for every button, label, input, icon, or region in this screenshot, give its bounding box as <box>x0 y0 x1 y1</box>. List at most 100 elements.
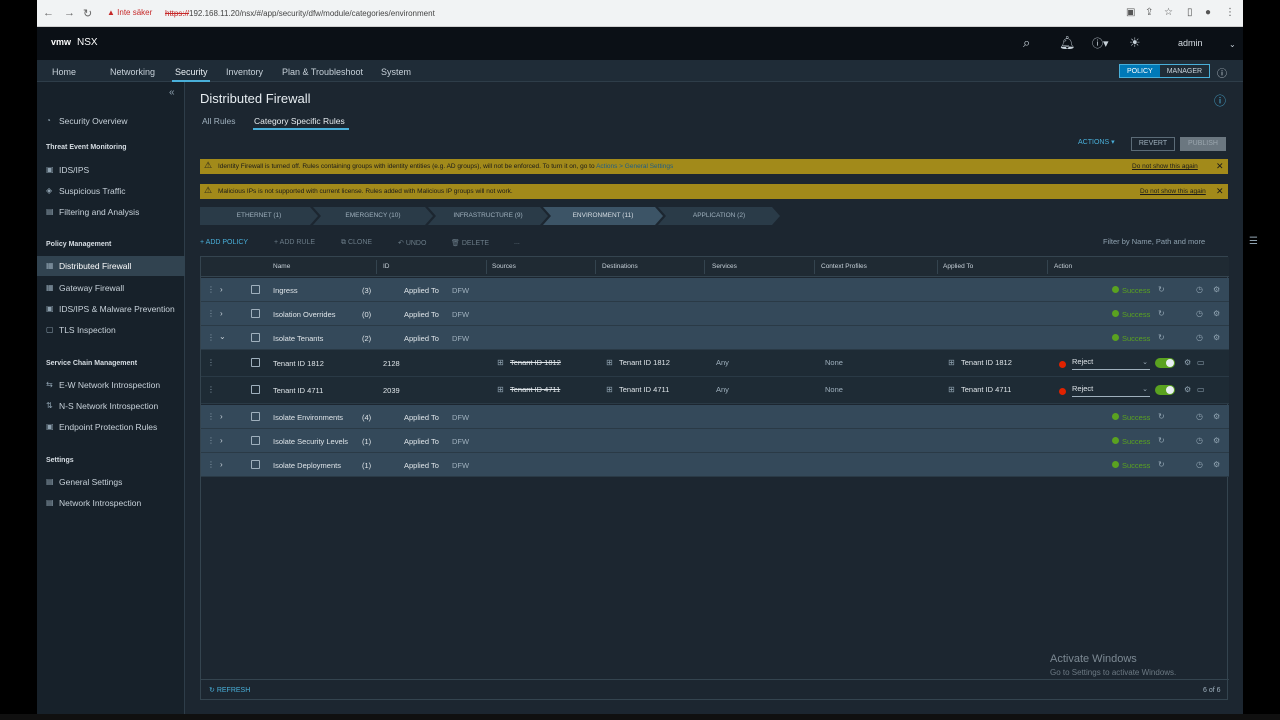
row-checkbox[interactable] <box>251 412 260 421</box>
sidebar-item-endpoint-protection[interactable]: ▣ Endpoint Protection Rules <box>37 417 185 437</box>
more-options-button[interactable]: ... <box>514 239 520 246</box>
refresh-status-icon[interactable]: ↻ <box>1158 436 1165 445</box>
sidebar-item-gateway-firewall[interactable]: ▦ Gateway Firewall <box>37 278 185 298</box>
nav-plan-troubleshoot[interactable]: Plan & Troubleshoot <box>282 67 363 77</box>
gear-icon[interactable]: ⚙ <box>1213 460 1220 469</box>
add-rule-button[interactable]: + ADD RULE <box>274 239 315 246</box>
user-menu[interactable]: admin <box>1178 38 1203 48</box>
refresh-status-icon[interactable]: ↻ <box>1158 460 1165 469</box>
filter-icon[interactable]: ☰ <box>1249 236 1258 247</box>
rule-source[interactable]: Tenant ID 1812 <box>510 358 561 367</box>
drag-handle-icon[interactable]: ⋮ <box>207 358 215 367</box>
translate-icon[interactable]: ▣ <box>1126 7 1135 18</box>
gear-icon[interactable]: ⚙ <box>1213 412 1220 421</box>
applied-to-value[interactable]: DFW <box>452 286 469 295</box>
chevron-right-icon[interactable]: › <box>220 460 223 469</box>
policy-row-ingress[interactable]: ⋮ › Ingress (3) Applied To DFW Success ↻… <box>201 278 1229 302</box>
policy-row-isolation-overrides[interactable]: ⋮ › Isolation Overrides (0) Applied To D… <box>201 302 1229 326</box>
category-environment[interactable]: ENVIRONMENT (11) <box>543 207 663 225</box>
nav-networking[interactable]: Networking <box>110 67 155 77</box>
rule-service[interactable]: Any <box>716 385 729 394</box>
history-icon[interactable]: ◷ <box>1196 309 1203 318</box>
revert-button[interactable]: REVERT <box>1131 137 1175 151</box>
close-icon[interactable]: ✕ <box>1216 161 1224 172</box>
nav-home[interactable]: Home <box>52 67 76 77</box>
actions-menu-button[interactable]: ACTIONS ▾ <box>1078 138 1115 146</box>
rule-row-tenant-4711[interactable]: ⋮ Tenant ID 4711 2039 ⊞ Tenant ID 4711 ⊞… <box>201 377 1229 404</box>
drag-handle-icon[interactable]: ⋮ <box>207 309 215 318</box>
rule-profile[interactable]: None <box>825 358 843 367</box>
history-icon[interactable]: ◷ <box>1196 285 1203 294</box>
category-infrastructure[interactable]: INFRASTRUCTURE (9) <box>428 207 548 225</box>
share-icon[interactable]: ⇪ <box>1145 7 1153 18</box>
rule-destination[interactable]: Tenant ID 4711 <box>619 385 669 394</box>
rule-row-tenant-1812[interactable]: ⋮ Tenant ID 1812 2128 ⊞ Tenant ID 1812 ⊞… <box>201 350 1229 377</box>
row-checkbox[interactable] <box>251 385 260 394</box>
rule-applied-to[interactable]: Tenant ID 1812 <box>961 358 1012 367</box>
help-menu-icon[interactable]: ⓘ▾ <box>1092 35 1109 51</box>
sidebar-item-ew-introspection[interactable]: ⇆ E-W Network Introspection <box>37 375 185 395</box>
history-icon[interactable]: ◷ <box>1196 436 1203 445</box>
sidebar-item-ids-ips[interactable]: ▣ IDS/IPS <box>37 160 185 180</box>
gear-icon[interactable]: ⚙ <box>1184 358 1191 367</box>
publish-button[interactable]: PUBLISH <box>1180 137 1226 151</box>
sidebar-item-distributed-firewall[interactable]: ▦ Distributed Firewall <box>37 256 185 276</box>
applied-to-value[interactable]: DFW <box>452 413 469 422</box>
category-emergency[interactable]: EMERGENCY (10) <box>313 207 433 225</box>
sidebar-item-general-settings[interactable]: ▤ General Settings <box>37 472 185 492</box>
gear-icon[interactable]: ⚙ <box>1213 285 1220 294</box>
gear-icon[interactable]: ⚙ <box>1213 333 1220 342</box>
policy-row-isolate-security-levels[interactable]: ⋮ › Isolate Security Levels (1) Applied … <box>201 429 1229 453</box>
row-checkbox[interactable] <box>251 460 260 469</box>
dismiss-link[interactable]: Do not show this again <box>1132 163 1198 170</box>
nav-system[interactable]: System <box>381 67 411 77</box>
col-applied-to[interactable]: Applied To <box>943 263 973 270</box>
refresh-status-icon[interactable]: ↻ <box>1158 309 1165 318</box>
clone-button[interactable]: ⧉ CLONE <box>341 239 372 247</box>
sidebar-item-network-introspection[interactable]: ▤ Network Introspection <box>37 493 185 513</box>
search-icon[interactable]: ⌕ <box>1023 35 1030 51</box>
applied-to-value[interactable]: DFW <box>452 310 469 319</box>
sidebar-item-ids-malware[interactable]: ▣ IDS/IPS & Malware Prevention <box>37 299 185 319</box>
reload-icon[interactable]: ↻ <box>83 7 92 20</box>
refresh-status-icon[interactable]: ↻ <box>1158 412 1165 421</box>
drag-handle-icon[interactable]: ⋮ <box>207 385 215 394</box>
policy-row-isolate-deployments[interactable]: ⋮ › Isolate Deployments (1) Applied To D… <box>201 453 1229 477</box>
tab-category-specific-rules[interactable]: Category Specific Rules <box>254 116 345 126</box>
graph-icon[interactable]: ▭ <box>1197 358 1205 367</box>
applied-to-value[interactable]: DFW <box>452 461 469 470</box>
sidebar-item-filtering[interactable]: ▤ Filtering and Analysis <box>37 202 185 222</box>
sidepanel-icon[interactable]: ▯ <box>1187 7 1193 18</box>
policy-row-isolate-tenants[interactable]: ⋮ ⌄ Isolate Tenants (2) Applied To DFW S… <box>201 326 1229 350</box>
col-context-profiles[interactable]: Context Profiles <box>821 263 867 270</box>
category-ethernet[interactable]: ETHERNET (1) <box>200 207 318 225</box>
refresh-status-icon[interactable]: ↻ <box>1158 285 1165 294</box>
bell-icon[interactable]: 🔔︎ <box>1059 35 1076 51</box>
col-action[interactable]: Action <box>1054 263 1072 270</box>
delete-button[interactable]: 🗑︎ DELETE <box>451 239 489 247</box>
undo-button[interactable]: ↶ UNDO <box>398 239 426 247</box>
address-bar[interactable]: https://192.168.11.20/nsx/#/app/security… <box>165 9 435 18</box>
col-destinations[interactable]: Destinations <box>602 263 638 270</box>
row-checkbox[interactable] <box>251 436 260 445</box>
col-services[interactable]: Services <box>712 263 737 270</box>
action-select[interactable]: Reject ⌄ <box>1072 357 1150 370</box>
sidebar-item-ns-introspection[interactable]: ⇅ N-S Network Introspection <box>37 396 185 416</box>
general-settings-link[interactable]: Actions > General Settings <box>596 163 673 170</box>
browser-menu-icon[interactable]: ⋮ <box>1225 7 1235 18</box>
applied-to-value[interactable]: DFW <box>452 437 469 446</box>
chevron-down-icon[interactable]: ⌄ <box>219 332 226 341</box>
col-sources[interactable]: Sources <box>492 263 516 270</box>
chevron-right-icon[interactable]: › <box>220 309 223 318</box>
info-icon[interactable]: ⓘ <box>1217 65 1227 80</box>
bookmark-star-icon[interactable]: ☆ <box>1164 7 1173 18</box>
drag-handle-icon[interactable]: ⋮ <box>207 412 215 421</box>
graph-icon[interactable]: ▭ <box>1197 385 1205 394</box>
theme-sun-icon[interactable]: ☀ <box>1129 35 1141 51</box>
chevron-right-icon[interactable]: › <box>220 436 223 445</box>
sidebar-item-security-overview[interactable]: ◔ Security Overview <box>37 111 185 131</box>
drag-handle-icon[interactable]: ⋮ <box>207 460 215 469</box>
rule-enable-toggle[interactable] <box>1155 385 1175 395</box>
history-icon[interactable]: ◷ <box>1196 460 1203 469</box>
gear-icon[interactable]: ⚙ <box>1184 385 1191 394</box>
